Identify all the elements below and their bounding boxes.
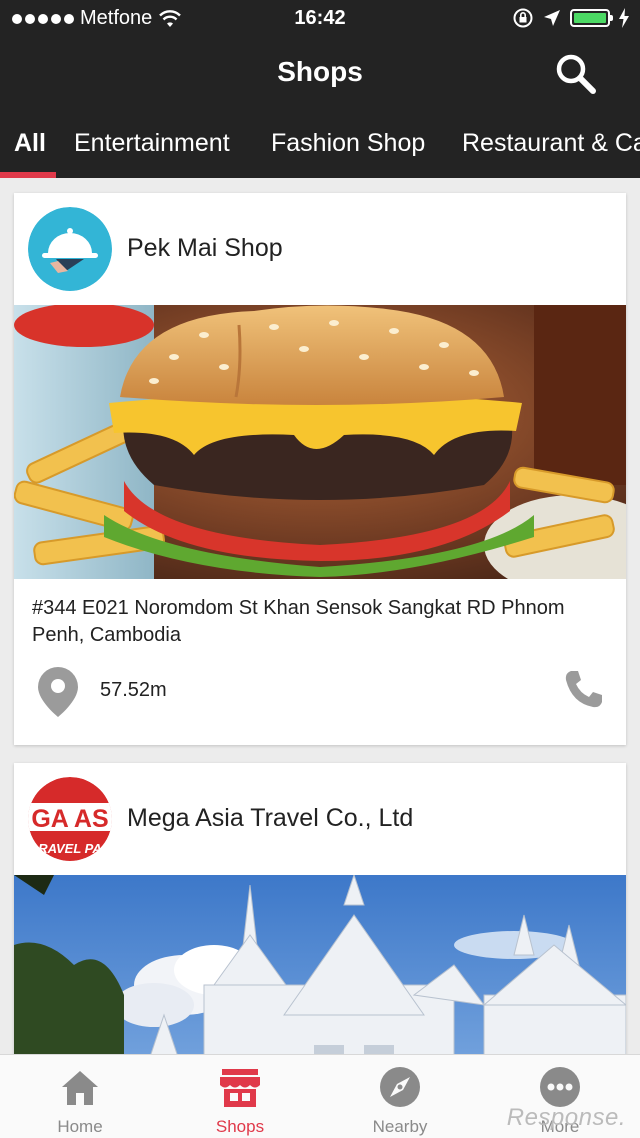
compass-icon (380, 1067, 420, 1107)
shop-logo (28, 207, 112, 291)
search-button[interactable] (552, 50, 600, 98)
shop-meta: 57.52m (14, 649, 626, 733)
nav-shops[interactable]: Shops (160, 1055, 320, 1138)
shop-card-header: Pek Mai Shop (14, 193, 626, 305)
tab-restaurant-cafe[interactable]: Restaurant & Ca (462, 129, 640, 158)
location-arrow-icon (544, 10, 560, 26)
phone-icon[interactable] (562, 667, 606, 711)
shop-card[interactable]: Pek Mai Shop #344 E021 Noromdom St Khan … (14, 193, 626, 745)
app-header: Shops (0, 40, 640, 110)
home-icon (62, 1071, 98, 1105)
nav-nearby-label: Nearby (372, 1117, 428, 1136)
shop-address: #344 E021 Noromdom St Khan Sensok Sangka… (32, 597, 565, 646)
charging-bolt-icon (619, 8, 629, 28)
category-tabs: All Entertainment Fashion Shop Restauran… (0, 110, 640, 178)
page-title: Shops (277, 56, 363, 87)
shop-distance: 57.52m (100, 679, 167, 701)
logo-text-bottom: RAVEL PA (38, 841, 102, 856)
shop-awning-icon (220, 1069, 260, 1107)
status-bar: Metfone 16:42 (0, 0, 640, 40)
nav-home[interactable]: Home (0, 1055, 160, 1138)
active-tab-indicator (0, 172, 56, 178)
food-service-cloche-icon (28, 207, 112, 291)
shop-card-header: GA AS RAVEL PA Mega Asia Travel Co., Ltd (14, 763, 626, 875)
more-dots-icon (540, 1067, 580, 1107)
map-pin-icon (38, 667, 78, 717)
burger-photo[interactable] (14, 305, 626, 579)
tab-entertainment[interactable]: Entertainment (74, 129, 230, 158)
tab-fashion-shop[interactable]: Fashion Shop (271, 129, 425, 158)
nav-home-label: Home (57, 1117, 103, 1136)
search-icon (556, 54, 596, 94)
logo-text-top: GA AS (31, 805, 108, 833)
nav-shops-label: Shops (215, 1117, 265, 1136)
shop-logo: GA AS RAVEL PA (28, 777, 112, 861)
orientation-lock-icon (513, 8, 533, 28)
battery-icon (570, 9, 613, 27)
shop-name[interactable]: Mega Asia Travel Co., Ltd (127, 804, 413, 833)
nav-nearby[interactable]: Nearby (320, 1055, 480, 1138)
tab-all[interactable]: All (14, 129, 46, 158)
watermark: Response. (506, 1104, 626, 1131)
shop-name[interactable]: Pek Mai Shop (127, 234, 283, 263)
status-right (512, 7, 630, 29)
